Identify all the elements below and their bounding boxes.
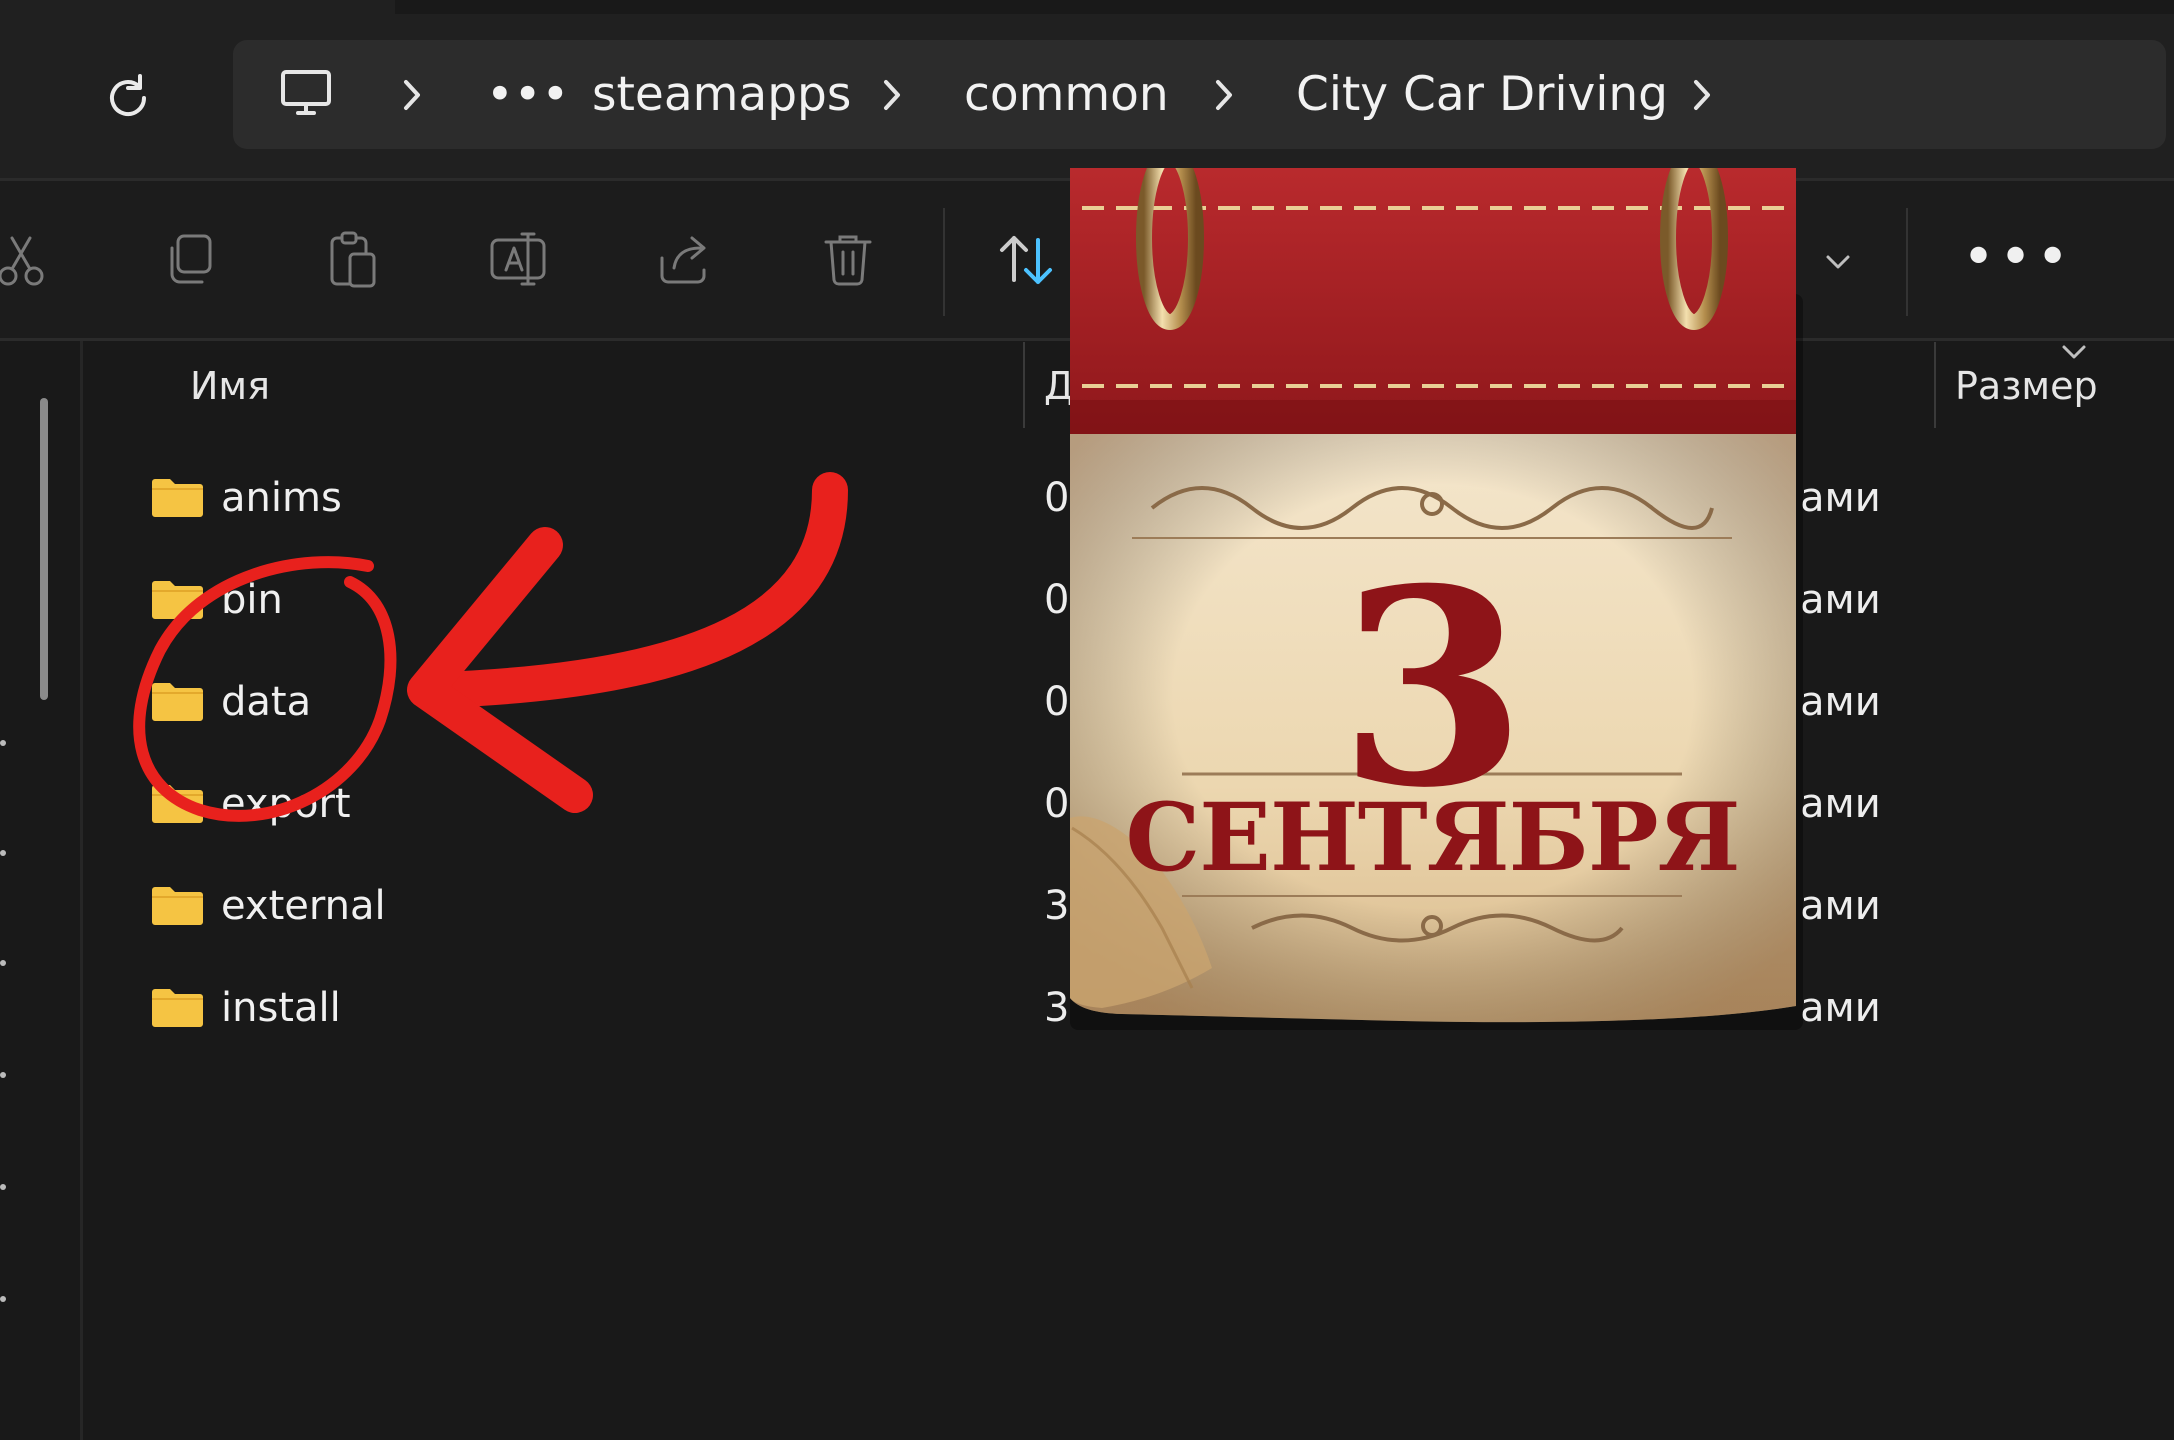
file-row-install[interactable]: install [150,972,1030,1044]
chevron-down-icon[interactable] [1820,250,1856,274]
rename-icon[interactable] [488,228,552,292]
toolbar-separator [943,208,945,316]
calendar-month: СЕНТЯБРЯ [1125,783,1740,893]
paste-icon[interactable] [322,228,386,292]
file-name: anims [221,475,342,521]
copy-icon[interactable] [158,228,222,292]
more-options-button[interactable]: ••• [1962,230,2073,286]
nav-item-marker[interactable] [0,850,6,856]
file-row-export[interactable]: export [150,768,1030,840]
file-row-external[interactable]: external [150,870,1030,942]
file-type-cell: ами [1800,679,1881,725]
file-name: install [221,985,341,1031]
folder-icon [152,581,203,619]
this-pc-icon[interactable] [278,66,334,122]
delete-icon[interactable] [816,228,880,292]
nav-item-marker[interactable] [0,1072,6,1078]
breadcrumb-item-city-car-driving[interactable]: City Car Driving [1296,60,1668,130]
breadcrumb-item-common[interactable]: common [964,60,1169,130]
folder-icon [152,683,203,721]
file-type-cell: ами [1800,781,1881,827]
file-type-cell: ами [1800,577,1881,623]
sort-chevron-icon [2062,345,2086,359]
cut-icon[interactable] [0,228,58,292]
breadcrumb-chevron-icon [1216,80,1232,110]
file-type-cell: ами [1800,475,1881,521]
column-separator[interactable] [1934,342,1936,428]
column-separator[interactable] [1023,342,1025,428]
column-header-name[interactable]: Имя [190,360,270,412]
navigation-scrollbar[interactable] [40,398,48,700]
breadcrumb-chevron-icon[interactable] [1682,72,1722,118]
sort-icon[interactable] [994,228,1058,292]
column-header-size[interactable]: Размер [1955,360,2098,412]
share-icon[interactable] [652,228,716,292]
nav-item-marker[interactable] [0,1296,6,1302]
breadcrumb-item-steamapps[interactable]: steamapps [592,60,851,130]
nav-item-marker[interactable] [0,740,6,746]
folder-icon [152,479,203,517]
file-row-bin[interactable]: bin [150,564,1030,636]
calendar-sticker: 3 СЕНТЯБРЯ [1062,168,1803,1032]
toolbar-separator [1906,208,1908,316]
nav-item-marker[interactable] [0,1184,6,1190]
file-name: export [221,781,351,827]
refresh-icon[interactable] [100,70,156,126]
tab-strip [395,0,2174,14]
file-name: bin [221,577,283,623]
file-row-data[interactable]: data [150,666,1030,738]
breadcrumb-overflow-button[interactable]: ••• [486,60,569,130]
nav-item-marker[interactable] [0,960,6,966]
folder-icon [152,887,203,925]
file-type-cell: ами [1800,883,1881,929]
file-name: external [221,883,386,929]
breadcrumb-chevron-icon [404,80,420,110]
folder-icon [152,785,203,823]
folder-icon [152,989,203,1027]
breadcrumb-chevron-icon [884,80,900,110]
file-name: data [221,679,312,725]
file-row-anims[interactable]: anims [150,462,1030,534]
file-type-cell: ами [1800,985,1881,1031]
